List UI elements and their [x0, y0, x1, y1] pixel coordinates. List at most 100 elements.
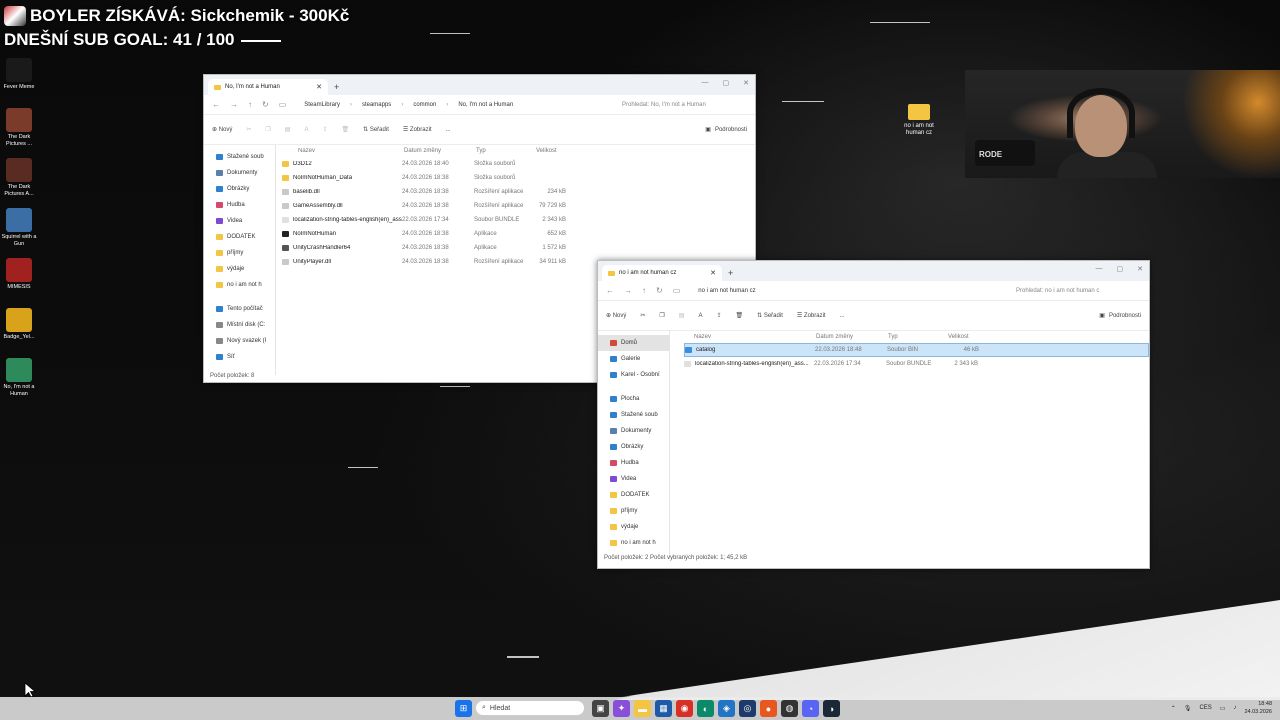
- column-type[interactable]: Typ: [888, 334, 948, 340]
- column-date[interactable]: Datum změny: [404, 148, 476, 154]
- desktop-icon-no-i-m-not-a-human[interactable]: No, I'm not a Human: [0, 358, 38, 406]
- nav-item-dokumenty[interactable]: Dokumenty: [204, 165, 275, 181]
- desktop-icon-fever-meme[interactable]: Fever Meme: [0, 58, 38, 106]
- steam-client-icon[interactable]: ◑: [823, 700, 840, 717]
- file-row-noimnothuman[interactable]: NoImNotHuman 24.03.2026 18:38 Aplikace 652 …: [282, 227, 755, 241]
- copy-icon[interactable]: ❐: [265, 126, 270, 133]
- breadcrumb-item[interactable]: no i am not human cz: [698, 288, 755, 294]
- tab-cz-folder[interactable]: no i am not human cz ✕: [602, 265, 722, 281]
- edge-icon[interactable]: ◐: [697, 700, 714, 717]
- rename-icon[interactable]: A: [698, 313, 702, 319]
- obs-icon[interactable]: ◍: [781, 700, 798, 717]
- breadcrumb[interactable]: SteamLibrary › steamapps › common › No, I'm no…: [304, 102, 612, 108]
- nav-item-hudba[interactable]: Hudba: [204, 197, 275, 213]
- more-button[interactable]: ...: [446, 127, 451, 133]
- paste-icon[interactable]: ▤: [285, 126, 291, 133]
- column-size[interactable]: Velikost: [948, 334, 969, 340]
- tray-language[interactable]: CES: [1199, 705, 1211, 711]
- nav-item-dokumenty[interactable]: Dokumenty: [598, 423, 669, 439]
- nav-item-stazene-soub[interactable]: Stažené soub: [598, 407, 669, 423]
- nav-item-sit[interactable]: Síť: [204, 349, 275, 365]
- copy-icon[interactable]: ❐: [659, 312, 664, 319]
- tray-chevron-icon[interactable]: ⌃: [1171, 705, 1176, 712]
- file-row-localization-string-tables-english-en-ass[interactable]: localization-string-tables-english(en)_a…: [684, 357, 1149, 371]
- view-button[interactable]: ☰ Zobrazit: [797, 312, 826, 319]
- file-row-unitycrashhandler64[interactable]: UnityCrashHandler64 24.03.2026 18:38 Aplik…: [282, 241, 755, 255]
- file-row-gameassembly-dll[interactable]: GameAssembly.dll 24.03.2026 18:38 Rozšířen…: [282, 199, 755, 213]
- cut-icon[interactable]: ✂: [640, 312, 645, 319]
- up-arrow-icon[interactable]: ↑: [248, 100, 252, 109]
- sort-button[interactable]: ⇅ Seřadit: [757, 312, 783, 319]
- file-row-baselib-dll[interactable]: baselib.dll 24.03.2026 18:38 Rozšíření apl…: [282, 185, 755, 199]
- refresh-icon[interactable]: ↻: [262, 100, 269, 109]
- desktop-icon-the-dark-pictures[interactable]: The Dark Pictures ...: [0, 108, 38, 156]
- nav-item-novy-svazek-i[interactable]: Nový svazek (I: [204, 333, 275, 349]
- maximize-button[interactable]: ▢: [1117, 265, 1124, 273]
- close-window-button[interactable]: ✕: [743, 79, 749, 87]
- tray-mic-icon[interactable]: 🎙: [1184, 705, 1192, 712]
- tab-game-folder[interactable]: No, I'm not a Human ✕: [208, 79, 328, 95]
- nav-item-tento-pocitac[interactable]: Tento počítač: [204, 301, 275, 317]
- nav-item-vydaje[interactable]: výdaje: [204, 261, 275, 277]
- task-view-icon[interactable]: ▣: [592, 700, 609, 717]
- file-row-d3d12[interactable]: D3D12 24.03.2026 18:40 Složka souborů: [282, 157, 755, 171]
- paste-icon[interactable]: ▤: [679, 312, 685, 319]
- nav-item-plocha[interactable]: Plocha: [598, 391, 669, 407]
- nav-item-obrazky[interactable]: Obrázky: [204, 181, 275, 197]
- file-row-noimnothuman-data[interactable]: NoImNotHuman_Data 24.03.2026 18:38 Složka …: [282, 171, 755, 185]
- more-button[interactable]: ...: [840, 313, 845, 319]
- desktop-icon-squirrel-with-a-gun[interactable]: Squirrel with a Gun: [0, 208, 38, 256]
- nav-item-dodatek[interactable]: DODATEK: [204, 229, 275, 245]
- clock[interactable]: 18:48 24.03.2026: [1244, 700, 1272, 716]
- nav-item-vydaje[interactable]: výdaje: [598, 519, 669, 535]
- forward-arrow-icon[interactable]: →: [624, 286, 632, 295]
- app-icon[interactable]: ◈: [718, 700, 735, 717]
- new-button[interactable]: ⊕ Nový: [606, 312, 626, 319]
- nav-item-videa[interactable]: Videa: [598, 471, 669, 487]
- new-tab-button[interactable]: +: [728, 268, 733, 278]
- tray-volume-icon[interactable]: ♪: [1233, 705, 1236, 711]
- firefox-icon[interactable]: ●: [760, 700, 777, 717]
- nav-item-videa[interactable]: Videa: [204, 213, 275, 229]
- start-button-icon[interactable]: ⊞: [455, 700, 472, 717]
- tray-network-icon[interactable]: ▭: [1220, 705, 1226, 712]
- details-button[interactable]: ▣ Podrobnosti: [705, 126, 747, 134]
- nav-item-mistni-disk-c[interactable]: Místní disk (C:: [204, 317, 275, 333]
- breadcrumb-item[interactable]: SteamLibrary: [304, 102, 340, 108]
- file-explorer-icon[interactable]: ▬: [634, 700, 651, 717]
- close-tab-icon[interactable]: ✕: [316, 83, 322, 91]
- desktop-folder-no-i-am-not-human-cz[interactable]: no i am not human cz: [898, 104, 940, 137]
- search-input[interactable]: Prohledat: no i am not human c: [1016, 288, 1141, 294]
- taskbar-search[interactable]: ⌕ Hledat: [475, 700, 585, 716]
- nav-item-domu[interactable]: Domů: [598, 335, 669, 351]
- share-icon[interactable]: ⇪: [716, 312, 721, 319]
- chrome-icon[interactable]: ◉: [676, 700, 693, 717]
- column-name[interactable]: Název: [282, 148, 404, 154]
- nav-item-prijmy[interactable]: příjmy: [598, 503, 669, 519]
- desktop-icon-mimesis[interactable]: MIMESIS: [0, 258, 38, 306]
- steam-icon[interactable]: ◎: [739, 700, 756, 717]
- column-type[interactable]: Typ: [476, 148, 536, 154]
- nav-item-hudba[interactable]: Hudba: [598, 455, 669, 471]
- minimize-button[interactable]: —: [1096, 265, 1103, 273]
- cut-icon[interactable]: ✂: [246, 126, 251, 133]
- nav-item-dodatek[interactable]: DODATEK: [598, 487, 669, 503]
- nav-item-no-i-am-not-h[interactable]: no i am not h: [598, 535, 669, 551]
- column-size[interactable]: Velikost: [536, 148, 557, 154]
- nav-item-obrazky[interactable]: Obrázky: [598, 439, 669, 455]
- minimize-button[interactable]: —: [702, 79, 709, 87]
- column-date[interactable]: Datum změny: [816, 334, 888, 340]
- discord-icon[interactable]: ◔: [802, 700, 819, 717]
- desktop-icon-badge-yel[interactable]: Badge_Yel...: [0, 308, 38, 356]
- back-arrow-icon[interactable]: ←: [606, 286, 614, 295]
- refresh-icon[interactable]: ↻: [656, 286, 663, 295]
- share-icon[interactable]: ⇪: [322, 126, 327, 133]
- close-window-button[interactable]: ✕: [1137, 265, 1143, 273]
- breadcrumb-item[interactable]: No, I'm not a Human: [458, 102, 513, 108]
- delete-icon[interactable]: 🗑: [342, 126, 350, 133]
- back-arrow-icon[interactable]: ←: [212, 100, 220, 109]
- rename-icon[interactable]: A: [304, 127, 308, 133]
- details-button[interactable]: ▣ Podrobnosti: [1099, 312, 1141, 320]
- forward-arrow-icon[interactable]: →: [230, 100, 238, 109]
- file-row-catalog[interactable]: catalog 22.03.2026 18:48 Soubor BIN 46 kB: [684, 343, 1149, 357]
